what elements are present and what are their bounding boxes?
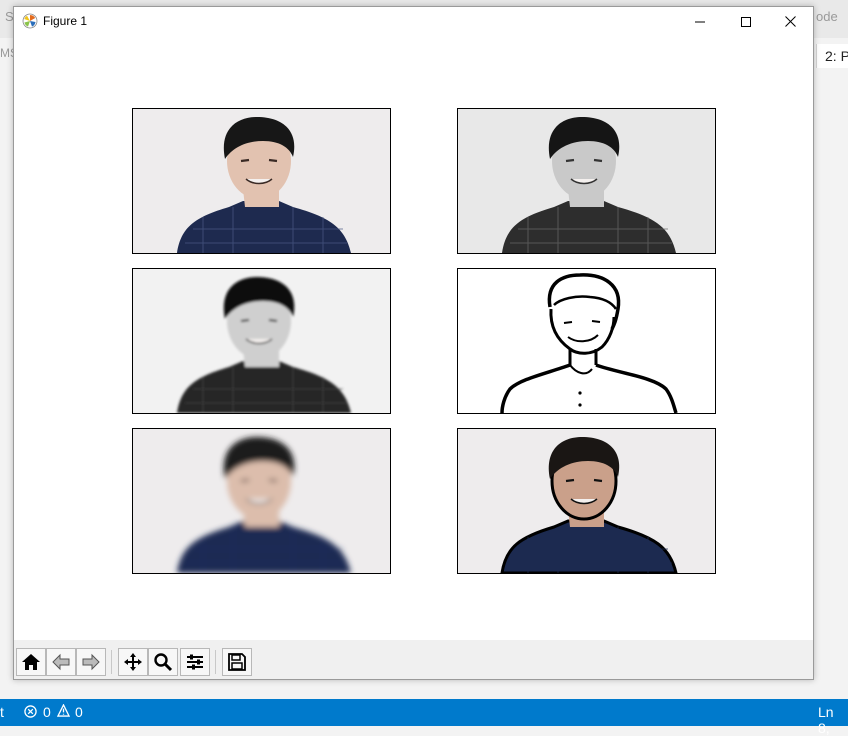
warning-count[interactable]: 0 (75, 704, 83, 720)
toolbar-separator (111, 650, 112, 674)
subplot-original-color[interactable] (132, 108, 391, 254)
close-icon (784, 16, 796, 27)
pan-icon (124, 653, 142, 671)
window-titlebar[interactable]: Figure 1 (14, 7, 813, 36)
forward-icon (82, 653, 100, 671)
subplot-grayscale[interactable] (457, 108, 716, 254)
back-icon (52, 653, 70, 671)
subplot-cartoon[interactable] (457, 428, 716, 574)
edge-outline-image (458, 269, 715, 413)
zoom-button[interactable] (148, 648, 178, 676)
pan-button[interactable] (118, 648, 148, 676)
toolbar-separator-2 (215, 650, 216, 674)
error-count[interactable]: 0 (43, 704, 51, 720)
maximize-button[interactable] (723, 7, 769, 36)
status-left-text: t (0, 704, 4, 720)
subplot-edges[interactable] (457, 268, 716, 414)
minimize-icon (695, 21, 705, 22)
home-button[interactable] (16, 648, 46, 676)
save-icon (228, 653, 246, 671)
warning-icon[interactable] (57, 704, 70, 720)
figure-canvas[interactable] (14, 36, 813, 640)
window-title: Figure 1 (43, 14, 88, 28)
grayscale-image (458, 109, 715, 253)
blurred-grayscale-image (133, 269, 390, 413)
configure-subplots-button[interactable] (180, 648, 210, 676)
zoom-icon (154, 653, 173, 672)
subplot-blurred-grayscale[interactable] (132, 268, 391, 414)
matplotlib-icon (22, 13, 38, 29)
forward-button[interactable] (76, 648, 106, 676)
back-button[interactable] (46, 648, 76, 676)
configure-subplots-icon (187, 654, 203, 670)
figure-window: Figure 1 (13, 6, 814, 680)
cartoon-image (458, 429, 715, 573)
close-button[interactable] (767, 7, 813, 36)
save-button[interactable] (222, 648, 252, 676)
subplot-blurred-color[interactable] (132, 428, 391, 574)
background-text-right: ode (816, 9, 838, 24)
background-tab[interactable]: 2: P (816, 44, 848, 68)
home-icon (22, 654, 40, 670)
navigation-toolbar (14, 640, 813, 679)
minimize-button[interactable] (677, 7, 723, 36)
original-color-image (133, 109, 390, 253)
cursor-position[interactable]: Ln 8, (818, 704, 848, 736)
status-bar: t 0 0 Ln 8, (0, 699, 848, 736)
blurred-color-image (133, 429, 390, 573)
maximize-icon (741, 16, 751, 27)
error-icon[interactable] (24, 705, 37, 721)
